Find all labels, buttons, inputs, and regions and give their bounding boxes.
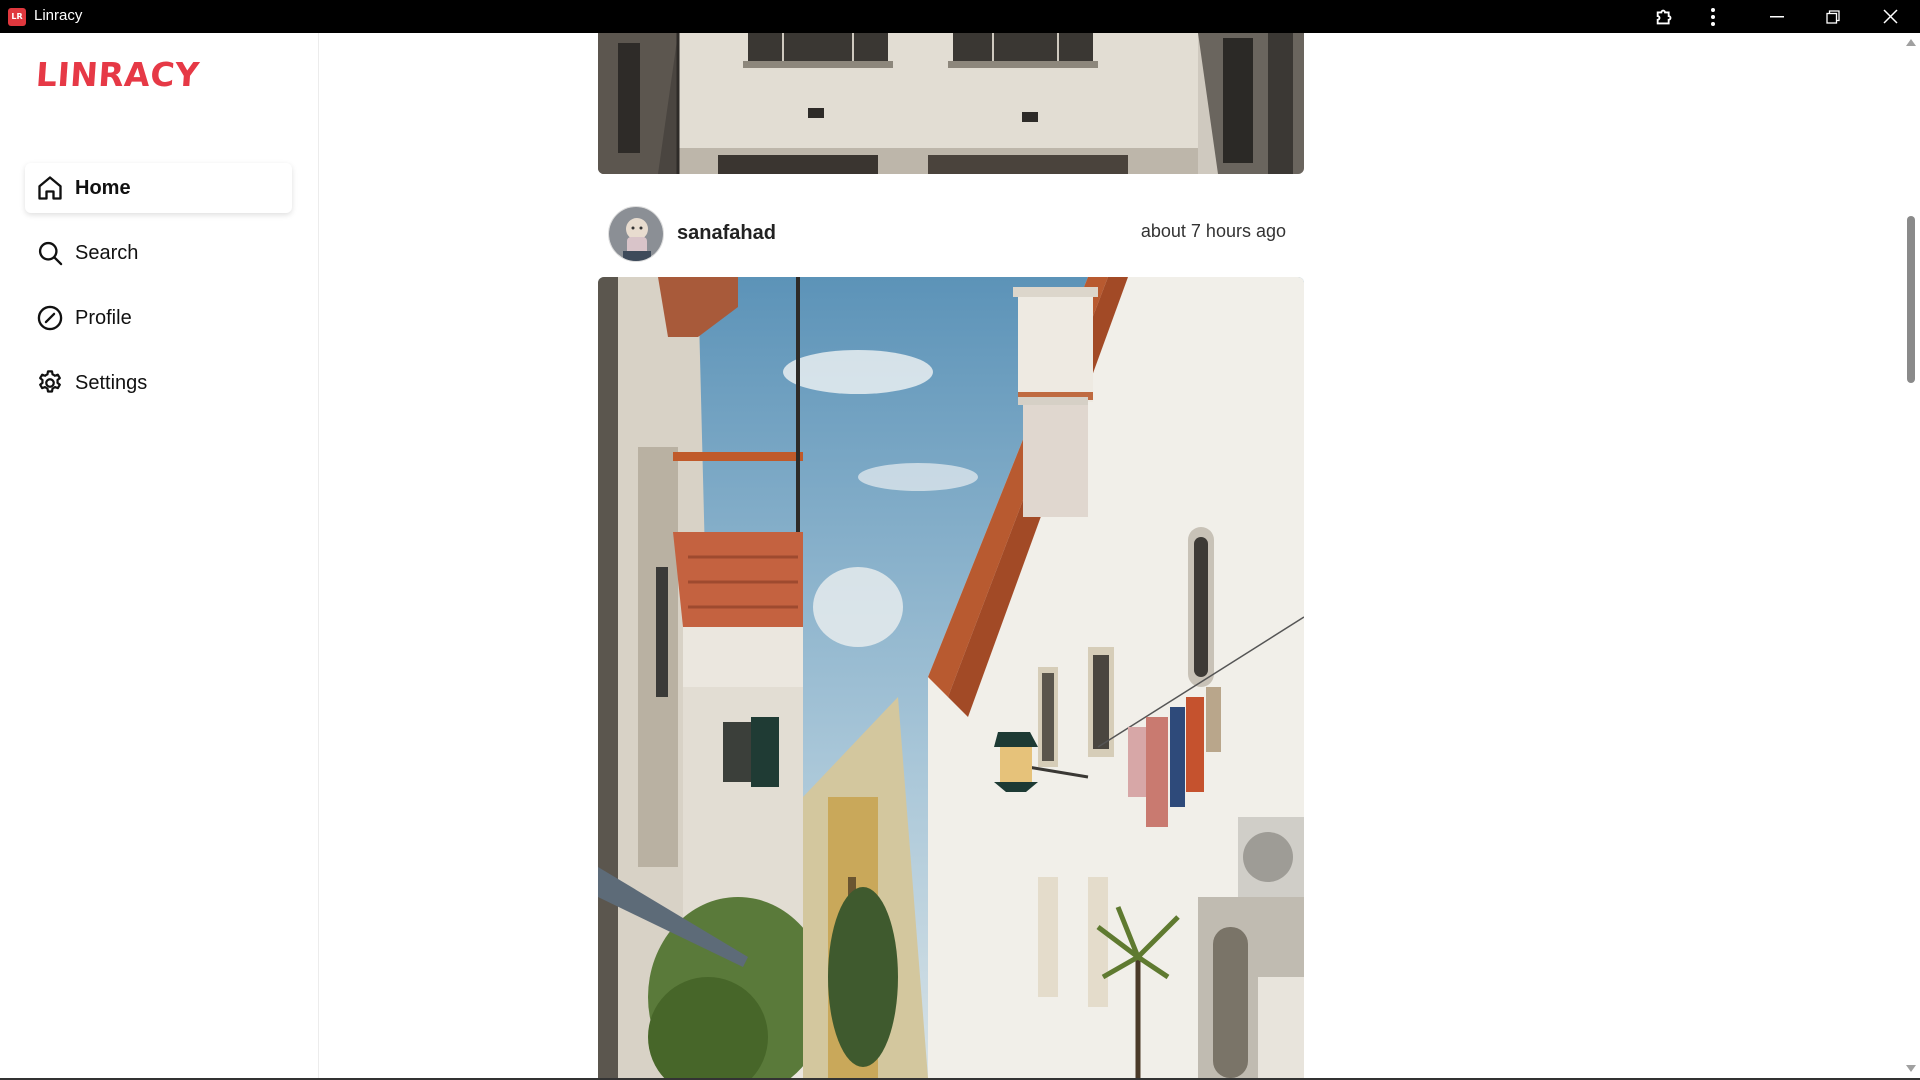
post-username[interactable]: sanafahad <box>677 222 776 245</box>
close-icon <box>1882 9 1898 24</box>
minimize-button[interactable] <box>1754 0 1800 33</box>
sidebar-item-label: Search <box>75 241 139 264</box>
sidebar-item-search[interactable]: Search <box>25 228 292 278</box>
sidebar-item-label: Settings <box>75 371 148 394</box>
sidebar-item-label: Profile <box>75 306 132 329</box>
feed: sanafahad about 7 hours ago <box>598 33 1304 1078</box>
post-photo-previous[interactable] <box>598 33 1304 174</box>
scrollbar-thumb[interactable] <box>1907 216 1915 383</box>
post-header: sanafahad about 7 hours ago <box>598 205 1304 265</box>
sidebar-item-label: Home <box>75 176 131 199</box>
close-button[interactable] <box>1867 0 1913 33</box>
vertical-scrollbar[interactable] <box>1902 33 1920 1078</box>
more-options-button[interactable] <box>1690 0 1736 33</box>
gear-icon <box>35 368 65 398</box>
scroll-up-arrow-icon[interactable] <box>1906 39 1916 46</box>
restore-button[interactable] <box>1810 0 1856 33</box>
extensions-button[interactable] <box>1642 0 1688 33</box>
sidebar-item-settings[interactable]: Settings <box>25 358 292 408</box>
window-titlebar: LR Linracy <box>0 0 1920 33</box>
restore-icon <box>1826 9 1840 24</box>
sidebar-item-home[interactable]: Home <box>25 163 292 213</box>
sidebar: LINRACY Home Search Profile Settings <box>0 33 319 1078</box>
post-photo[interactable] <box>598 277 1304 1078</box>
kebab-menu-icon <box>1711 7 1715 26</box>
sidebar-item-profile[interactable]: Profile <box>25 293 292 343</box>
minimize-icon <box>1770 15 1784 17</box>
compass-icon <box>35 303 65 333</box>
scroll-down-arrow-icon[interactable] <box>1906 1065 1916 1072</box>
post-timestamp: about 7 hours ago <box>1140 221 1286 241</box>
avatar[interactable] <box>608 206 664 262</box>
brand-logo[interactable]: LINRACY <box>35 55 201 94</box>
app-icon: LR <box>8 8 26 26</box>
home-icon <box>35 173 65 203</box>
puzzle-icon <box>1656 9 1672 24</box>
search-icon <box>35 238 65 268</box>
window-title: Linracy <box>34 7 83 24</box>
